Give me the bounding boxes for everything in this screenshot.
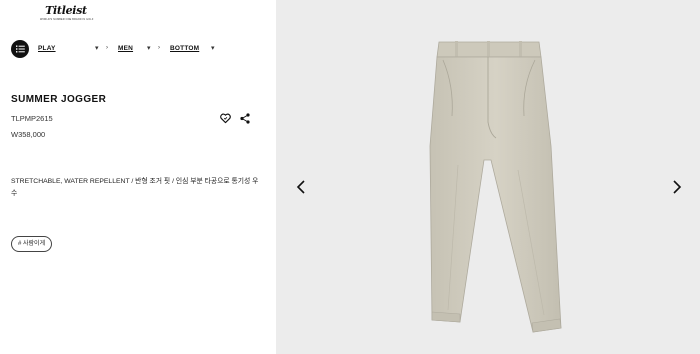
product-description: STRETCHABLE, WATER REPELLENT / 반형 조거 핏 /… [11, 178, 259, 197]
logo-wordmark: Titleist [45, 4, 87, 17]
chevron-left-icon[interactable] [295, 180, 307, 194]
product-title: SUMMER JOGGER [11, 94, 107, 105]
chevron-down-icon[interactable]: ▾ [211, 44, 215, 52]
product-info-panel: Titleist WORLD'S NUMBER ONE BRAND IN GOL… [0, 0, 276, 354]
breadcrumb-men[interactable]: MEN [118, 45, 133, 52]
breadcrumb-play[interactable]: PLAY [38, 45, 56, 52]
heart-icon[interactable] [220, 113, 231, 124]
chevron-right-icon[interactable] [671, 180, 683, 194]
list-menu-icon [15, 45, 25, 53]
hashtag-chip[interactable]: # 사람이게 [11, 236, 53, 252]
product-price: W358,000 [11, 130, 46, 139]
breadcrumb-bottom[interactable]: BOTTOM [170, 45, 199, 52]
titleist-logo[interactable]: Titleist WORLD'S NUMBER ONE BRAND IN GOL… [40, 4, 94, 25]
chevron-down-icon[interactable]: ▾ [147, 44, 151, 52]
menu-button[interactable] [11, 40, 29, 58]
product-sku: TLPMP2615 [11, 114, 53, 123]
chevron-right-icon: › [106, 45, 108, 51]
logo-tagline: WORLD'S NUMBER ONE BRAND IN GOLF [40, 18, 94, 21]
share-icon[interactable] [240, 113, 250, 124]
chevron-down-icon[interactable]: ▾ [95, 44, 99, 52]
chevron-right-icon: › [158, 45, 160, 51]
product-image-jogger-pants [429, 41, 562, 333]
